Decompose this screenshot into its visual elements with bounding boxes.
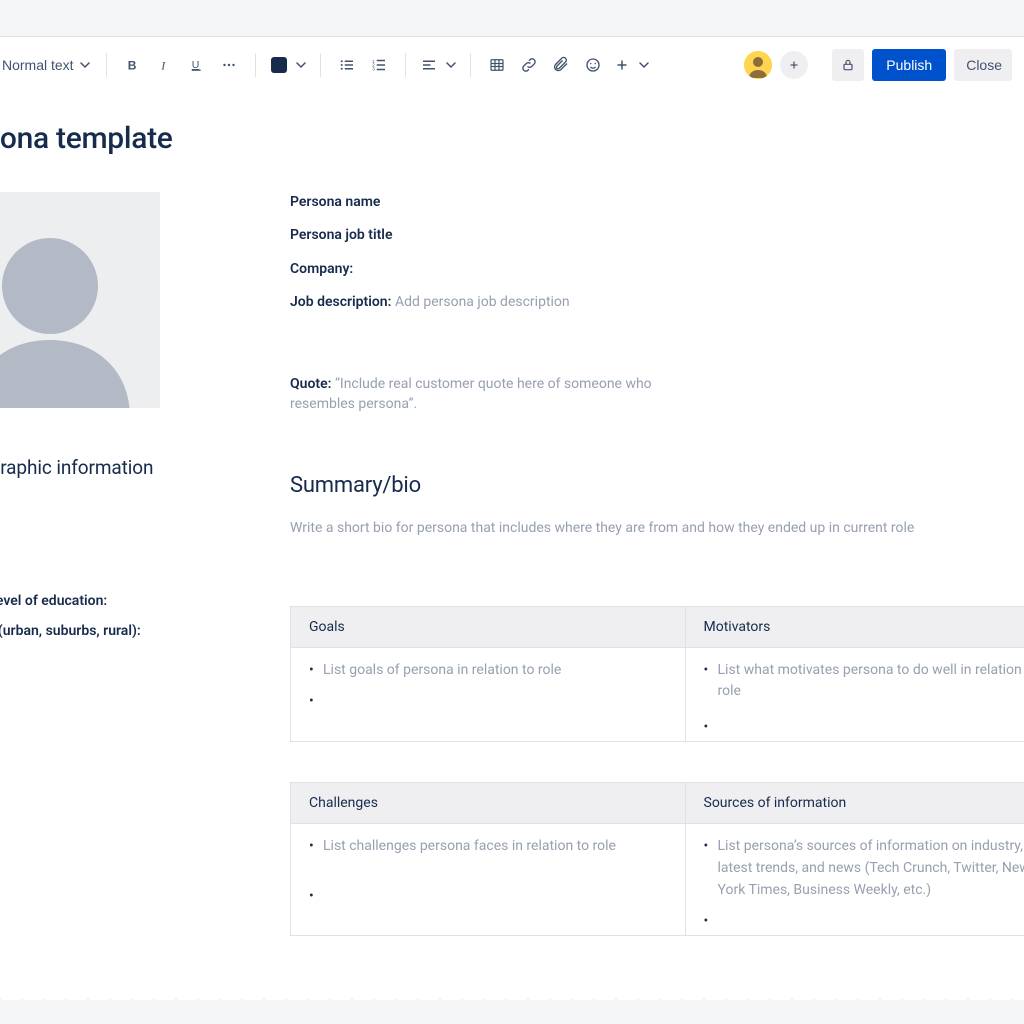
insert-button[interactable] bbox=[609, 49, 635, 81]
svg-text:I: I bbox=[160, 59, 166, 73]
goals-motivators-table[interactable]: Goals Motivators List goals of persona i… bbox=[290, 606, 1024, 742]
table-header-row: Goals Motivators bbox=[291, 606, 1024, 647]
table-header[interactable]: Challenges bbox=[291, 783, 686, 824]
table-cell[interactable]: List persona’s sources of information on… bbox=[685, 824, 1024, 936]
close-button[interactable]: Close bbox=[954, 49, 1012, 81]
demographic-item[interactable]: Location (urban, suburbs, rural): bbox=[0, 623, 160, 639]
table-button[interactable] bbox=[481, 49, 513, 81]
toolbar-separator bbox=[320, 53, 321, 77]
text-color-button[interactable] bbox=[266, 49, 292, 81]
link-button[interactable] bbox=[513, 49, 545, 81]
align-button[interactable] bbox=[416, 49, 442, 81]
toolbar-separator bbox=[255, 53, 256, 77]
summary-heading[interactable]: Summary/bio bbox=[290, 473, 1024, 498]
italic-button[interactable]: I bbox=[149, 49, 181, 81]
more-formatting-button[interactable] bbox=[213, 49, 245, 81]
persona-company-field[interactable]: Company: bbox=[290, 259, 1024, 279]
numbered-list-button[interactable]: 123 bbox=[363, 49, 395, 81]
persona-jobdesc-field[interactable]: Job description: Add persona job descrip… bbox=[290, 292, 1024, 312]
table-cell[interactable]: List challenges persona faces in relatio… bbox=[291, 824, 686, 936]
text-style-dropdown[interactable]: Normal text bbox=[0, 49, 96, 81]
emoji-button[interactable] bbox=[577, 49, 609, 81]
editor-surface: Normal text B I U bbox=[0, 36, 1024, 1024]
app-chrome-top bbox=[0, 0, 1024, 36]
align-dropdown[interactable] bbox=[442, 49, 460, 81]
color-swatch-icon bbox=[271, 57, 287, 73]
table-row: List challenges persona faces in relatio… bbox=[291, 824, 1024, 936]
restrictions-button[interactable] bbox=[832, 49, 864, 81]
table-cell[interactable]: List what motivates persona to do well i… bbox=[685, 647, 1024, 741]
demographic-heading[interactable]: Demographic information bbox=[0, 456, 160, 479]
list-item[interactable]: List persona’s sources of information on… bbox=[704, 836, 1024, 901]
text-color-dropdown[interactable] bbox=[292, 49, 310, 81]
persona-avatar-placeholder[interactable] bbox=[0, 192, 160, 408]
add-collaborator-button[interactable] bbox=[780, 51, 808, 79]
challenges-sources-table[interactable]: Challenges Sources of information List c… bbox=[290, 782, 1024, 936]
toolbar-separator bbox=[405, 53, 406, 77]
summary-placeholder[interactable]: Write a short bio for persona that inclu… bbox=[290, 520, 1024, 536]
user-avatar[interactable] bbox=[744, 51, 772, 79]
editor-toolbar: Normal text B I U bbox=[0, 37, 1024, 93]
insert-dropdown[interactable] bbox=[635, 49, 653, 81]
persona-quote-field[interactable]: Quote: “Include real customer quote here… bbox=[290, 374, 680, 415]
chevron-down-icon bbox=[80, 57, 90, 73]
list-item[interactable]: List challenges persona faces in relatio… bbox=[309, 836, 667, 858]
table-header[interactable]: Goals bbox=[291, 606, 686, 647]
bold-button[interactable]: B bbox=[117, 49, 149, 81]
svg-text:3: 3 bbox=[372, 66, 375, 71]
publish-button[interactable]: Publish bbox=[872, 49, 946, 81]
demographic-item[interactable]: Highest level of education: bbox=[0, 593, 160, 609]
svg-text:U: U bbox=[191, 59, 199, 71]
document-body[interactable]: Persona template Demographic information… bbox=[0, 121, 1024, 936]
list-item[interactable]: List goals of persona in relation to rol… bbox=[309, 660, 667, 682]
underline-button[interactable]: U bbox=[181, 49, 213, 81]
torn-edge-fill bbox=[0, 1000, 1024, 1024]
list-item[interactable]: List what motivates persona to do well i… bbox=[704, 660, 1024, 703]
persona-jobtitle-field[interactable]: Persona job title bbox=[290, 225, 1024, 245]
text-style-label: Normal text bbox=[2, 57, 74, 73]
bullet-list-button[interactable] bbox=[331, 49, 363, 81]
table-header-row: Challenges Sources of information bbox=[291, 783, 1024, 824]
table-header[interactable]: Sources of information bbox=[685, 783, 1024, 824]
persona-name-field[interactable]: Persona name bbox=[290, 192, 1024, 212]
toolbar-separator bbox=[470, 53, 471, 77]
page-title[interactable]: Persona template bbox=[0, 121, 1024, 156]
table-header[interactable]: Motivators bbox=[685, 606, 1024, 647]
toolbar-separator bbox=[106, 53, 107, 77]
svg-text:B: B bbox=[127, 59, 136, 73]
table-cell[interactable]: List goals of persona in relation to rol… bbox=[291, 647, 686, 741]
person-icon bbox=[0, 218, 130, 408]
attachment-button[interactable] bbox=[545, 49, 577, 81]
demographic-list[interactable]: Highest level of education: Location (ur… bbox=[0, 593, 160, 639]
table-row: List goals of persona in relation to rol… bbox=[291, 647, 1024, 741]
